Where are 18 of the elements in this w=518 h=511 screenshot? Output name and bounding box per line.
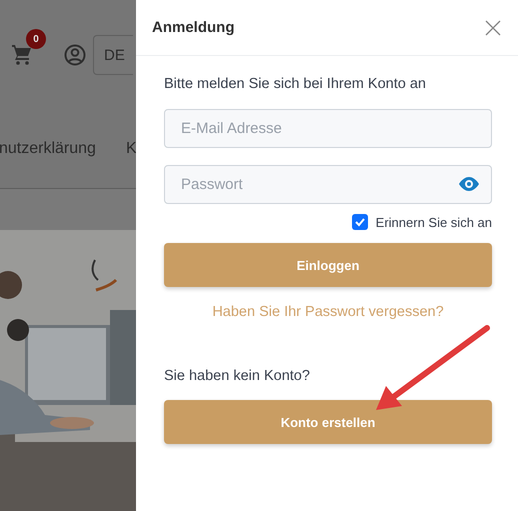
no-account-text: Sie haben kein Konto?: [164, 368, 311, 384]
remember-label: Erinnern Sie sich an: [376, 214, 492, 230]
remember-checkbox[interactable]: [352, 214, 368, 230]
eye-icon[interactable]: [458, 177, 480, 191]
login-button[interactable]: Einloggen: [164, 243, 492, 287]
cart-count-badge: 0: [26, 29, 46, 49]
password-field[interactable]: Passwort: [164, 165, 492, 204]
panel-title: Anmeldung: [152, 19, 234, 36]
language-select[interactable]: DE: [93, 35, 133, 75]
nav-link[interactable]: K: [126, 140, 136, 158]
nav-link[interactable]: nutzerklärung: [0, 140, 96, 158]
user-icon[interactable]: [64, 44, 86, 66]
create-account-button[interactable]: Konto erstellen: [164, 400, 492, 444]
email-field[interactable]: E-Mail Adresse: [164, 109, 492, 148]
close-icon[interactable]: [485, 20, 501, 36]
forgot-password-link[interactable]: Haben Sie Ihr Passwort vergessen?: [212, 304, 444, 320]
intro-text: Bitte melden Sie sich bei Ihrem Konto an: [164, 76, 427, 92]
cart-icon[interactable]: [10, 42, 34, 66]
